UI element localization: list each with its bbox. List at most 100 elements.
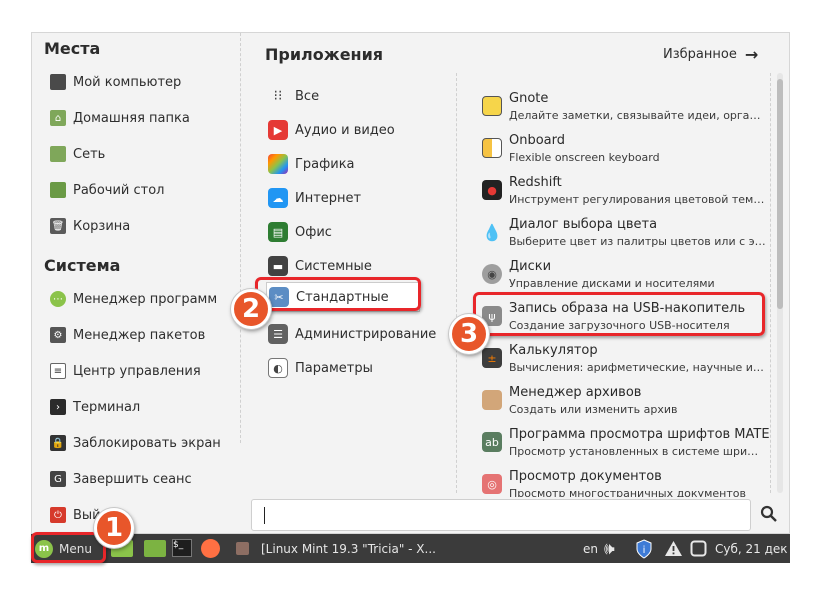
disk-icon: ◉: [482, 264, 502, 284]
favorites-label: Избранное: [663, 47, 737, 62]
app-description: Вычисления: арифметические, научные и фи…: [509, 361, 767, 374]
app-name: Программа просмотра шрифтов MATE: [509, 427, 770, 442]
terminal-icon: ›: [50, 399, 66, 415]
system-quit[interactable]: ⏻ Вый: [50, 500, 101, 530]
app-onboard[interactable]: Onboard Flexible onscreen keyboard: [480, 131, 770, 173]
control-center-icon: ≡: [50, 363, 66, 379]
system-logout[interactable]: G Завершить сеанс: [50, 464, 192, 494]
place-network[interactable]: Сеть: [50, 139, 105, 169]
toggle-icon: ◐: [268, 358, 288, 378]
system-terminal[interactable]: › Терминал: [50, 392, 140, 422]
app-description: Создать или изменить архив: [509, 403, 678, 416]
app-description: Flexible onscreen keyboard: [509, 151, 660, 164]
app-color-picker[interactable]: 💧 Диалог выбора цвета Выберите цвет из п…: [480, 215, 770, 257]
app-archive-manager[interactable]: Менеджер архивов Создать или изменить ар…: [480, 383, 770, 425]
applications-title: Приложения: [265, 45, 384, 64]
highlight-menu-button: [31, 532, 106, 563]
system-label: Менеджер пакетов: [73, 327, 206, 343]
highlight-accessories: [255, 277, 421, 311]
warning-icon[interactable]: [664, 534, 683, 563]
place-home[interactable]: ⌂ Домашняя папка: [50, 103, 190, 133]
clock[interactable]: Суб, 21 дек: [715, 534, 788, 563]
category-internet[interactable]: ☁ Интернет: [268, 183, 361, 213]
lock-icon: 🔒: [50, 435, 66, 451]
system-control-center[interactable]: ≡ Центр управления: [50, 356, 201, 386]
highlight-usb-writer: [473, 292, 765, 336]
trash-icon: 🗑: [50, 218, 66, 234]
app-name: Калькулятор: [509, 343, 598, 358]
category-administration[interactable]: ☰ Администрирование: [268, 319, 436, 349]
system-label: Терминал: [73, 399, 141, 415]
app-font-viewer[interactable]: ab Программа просмотра шрифтов MATE Прос…: [480, 425, 770, 467]
app-description: Инструмент регулирования цветовой темпер…: [509, 193, 767, 206]
favorites-button[interactable]: Избранное →: [663, 45, 758, 64]
category-label: Графика: [295, 156, 355, 172]
system-lock-screen[interactable]: 🔒 Заблокировать экран: [50, 428, 221, 458]
system-software-manager[interactable]: ⋯ Менеджер программ: [50, 284, 217, 314]
place-trash[interactable]: 🗑 Корзина: [50, 211, 130, 241]
app-description: Выберите цвет из палитры цветов или с эк…: [509, 235, 767, 248]
place-label: Мой компьютер: [73, 74, 182, 90]
grid-icon: ⁝⁝: [273, 88, 283, 104]
svg-text:i: i: [643, 545, 646, 556]
app-description: Просмотр установленных в системе шрифтов: [509, 445, 767, 458]
app-gnote[interactable]: Gnote Делайте заметки, связывайте идеи, …: [480, 89, 770, 131]
network-folder-icon: [50, 146, 66, 162]
category-all[interactable]: ⁝⁝ Все: [268, 81, 320, 111]
system-title: Система: [44, 256, 121, 275]
graphics-icon: [268, 154, 288, 174]
arrow-right-icon: →: [744, 45, 759, 64]
app-description: Делайте заметки, связывайте идеи, органи…: [509, 109, 767, 122]
category-label: Аудио и видео: [295, 122, 395, 138]
column-divider: [456, 73, 457, 493]
place-label: Рабочий стол: [73, 182, 165, 198]
category-graphics[interactable]: Графика: [268, 149, 355, 179]
notifications-icon[interactable]: [690, 534, 707, 563]
category-label: Офис: [295, 224, 332, 240]
app-document-viewer[interactable]: ◎ Просмотр документов Просмотр многостра…: [480, 467, 770, 497]
app-name: Onboard: [509, 133, 566, 148]
shield-icon[interactable]: i: [635, 534, 653, 563]
category-label: Все: [295, 88, 320, 104]
calculator-icon: ±: [482, 348, 502, 368]
firefox-icon[interactable]: [201, 539, 220, 558]
location-pin-icon: ●: [482, 180, 502, 200]
category-label: Интернет: [295, 190, 362, 206]
archive-icon: [482, 390, 502, 410]
step-badge-2: 2: [231, 289, 271, 329]
category-office[interactable]: ▤ Офис: [268, 217, 332, 247]
place-desktop[interactable]: Рабочий стол: [50, 175, 164, 205]
taskbar: m Menu $_ [Linux Mint 19.3 "Tricia" - X.…: [31, 534, 790, 563]
app-name: Redshift: [509, 175, 562, 190]
keyboard-layout[interactable]: en: [583, 534, 598, 563]
terminal-launcher-icon[interactable]: $_: [172, 539, 192, 557]
step-badge-1: 1: [94, 508, 134, 548]
column-divider: [240, 33, 241, 443]
place-computer[interactable]: Мой компьютер: [50, 67, 181, 97]
home-folder-icon: ⌂: [50, 110, 66, 126]
software-manager-icon: ⋯: [50, 291, 66, 307]
search-input[interactable]: [251, 499, 751, 531]
text-caret: [264, 507, 265, 524]
app-name: Gnote: [509, 91, 549, 106]
search-icon[interactable]: [760, 505, 780, 525]
system-label: Центр управления: [73, 363, 201, 379]
system-label: Заблокировать экран: [73, 435, 221, 451]
scrollbar-thumb[interactable]: [777, 79, 783, 309]
app-name: Просмотр документов: [509, 469, 662, 484]
apps-scrollbar[interactable]: [777, 73, 783, 493]
category-preferences[interactable]: ◐ Параметры: [268, 353, 373, 383]
app-name: Диалог выбора цвета: [509, 217, 658, 232]
category-label: Системные: [295, 258, 372, 274]
place-label: Сеть: [73, 146, 106, 162]
app-calculator[interactable]: ± Калькулятор Вычисления: арифметические…: [480, 341, 770, 383]
volume-icon[interactable]: 🕪: [604, 534, 615, 563]
app-redshift[interactable]: ● Redshift Инструмент регулирования цвет…: [480, 173, 770, 215]
category-audio-video[interactable]: ▶ Аудио и видео: [268, 115, 395, 145]
system-label: Менеджер программ: [73, 291, 218, 307]
files-icon[interactable]: [144, 540, 166, 557]
taskbar-window-button[interactable]: [Linux Mint 19.3 "Tricia" - X...: [236, 537, 436, 560]
note-icon: [482, 96, 502, 116]
category-label: Администрирование: [295, 326, 437, 342]
system-package-manager[interactable]: ⚙ Менеджер пакетов: [50, 320, 205, 350]
